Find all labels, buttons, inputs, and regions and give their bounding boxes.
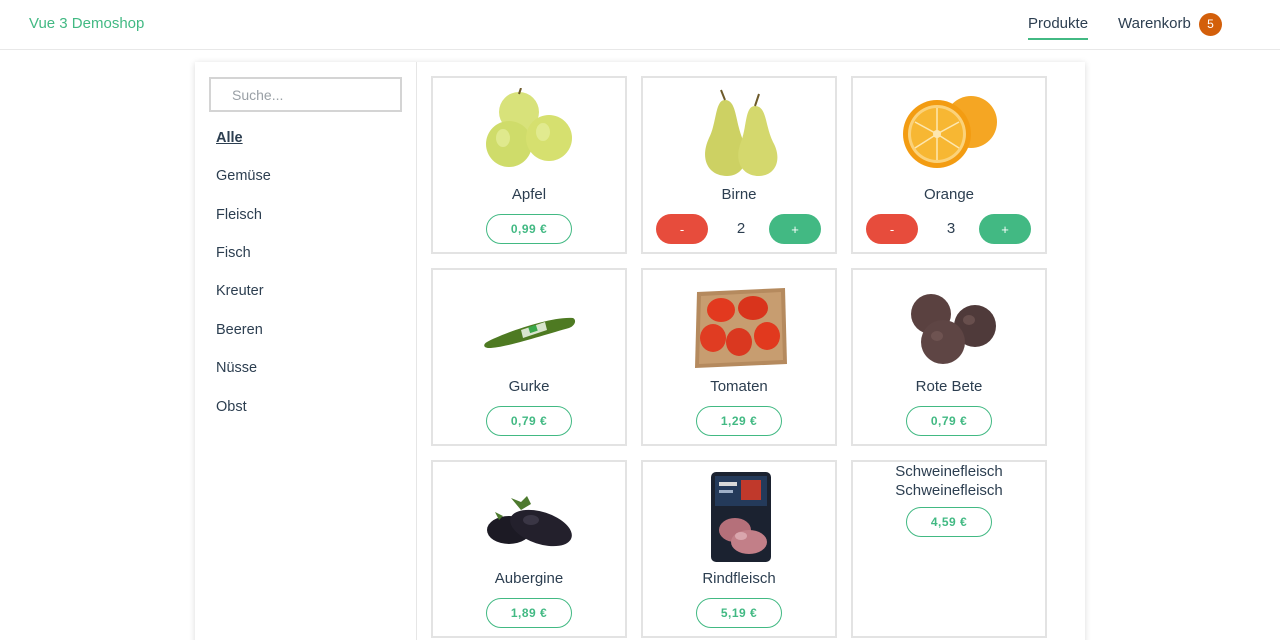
pear-image (705, 89, 778, 176)
product-card-tomaten: Tomaten 1,29 € (641, 268, 837, 446)
tomato-tray-image (695, 288, 787, 368)
product-card-birne: Birne - 2 + (641, 76, 837, 254)
decrease-quantity-button[interactable]: - (656, 214, 708, 244)
category-kreuter[interactable]: Kreuter (216, 283, 264, 299)
cucumber-image (484, 317, 576, 348)
product-card-orange: Orange - 3 + (851, 76, 1047, 254)
brand-link[interactable]: Vue 3 Demoshop (29, 15, 144, 32)
product-name: Apfel (511, 186, 547, 203)
add-to-cart-price-button[interactable]: 4,59 € (906, 507, 992, 537)
category-gemuese[interactable]: Gemüse (216, 168, 271, 184)
eggplant-image (487, 496, 572, 547)
product-name: Tomaten (710, 378, 768, 395)
add-to-cart-price-button[interactable]: 0,79 € (906, 406, 992, 436)
product-name: Orange (923, 186, 975, 203)
product-image-alt-text: Schweinefleisch (895, 463, 1003, 480)
add-to-cart-price-button[interactable]: 1,29 € (696, 406, 782, 436)
quantity-value: 2 (736, 220, 746, 237)
category-obst[interactable]: Obst (216, 399, 247, 415)
product-name: Gurke (508, 378, 550, 395)
category-alle[interactable]: Alle (216, 130, 243, 146)
shop-panel: Alle Gemüse Fleisch Fisch Kreuter Beeren… (195, 62, 1085, 640)
category-fleisch[interactable]: Fleisch (216, 207, 262, 223)
decrease-quantity-button[interactable]: - (866, 214, 918, 244)
product-name: Birne (721, 186, 757, 203)
quantity-value: 3 (946, 220, 956, 237)
category-sidebar: Alle Gemüse Fleisch Fisch Kreuter Beeren… (195, 62, 417, 640)
nav-produkte-link[interactable]: Produkte (1028, 15, 1089, 40)
beetroot-image (911, 294, 996, 364)
search-input[interactable] (209, 77, 402, 112)
add-to-cart-price-button[interactable]: 1,89 € (486, 598, 572, 628)
product-card-schweinefleisch: Schweinefleisch Schweinefleisch 4,59 € (851, 460, 1047, 638)
increase-quantity-button[interactable]: + (769, 214, 821, 244)
beef-package-image (711, 472, 771, 562)
product-card-rote-bete: Rote Bete 0,79 € (851, 268, 1047, 446)
product-card-apfel: Apfel 0,99 € (431, 76, 627, 254)
apple-image (486, 88, 572, 167)
product-name: Rote Bete (915, 378, 983, 395)
product-card-rindfleisch: Rindfleisch 5,19 € (641, 460, 837, 638)
add-to-cart-price-button[interactable]: 5,19 € (696, 598, 782, 628)
product-name: Schweinefleisch (895, 482, 1003, 499)
increase-quantity-button[interactable]: + (979, 214, 1031, 244)
cart-count-badge: 5 (1199, 13, 1222, 36)
add-to-cart-price-button[interactable]: 0,99 € (486, 214, 572, 244)
product-name: Aubergine (494, 570, 564, 587)
category-nuesse[interactable]: Nüsse (216, 360, 257, 376)
product-card-aubergine: Aubergine 1,89 € (431, 460, 627, 638)
top-navbar: Vue 3 Demoshop Produkte Warenkorb 5 (0, 0, 1280, 50)
category-fisch[interactable]: Fisch (216, 245, 251, 261)
product-card-gurke: Gurke 0,79 € (431, 268, 627, 446)
category-beeren[interactable]: Beeren (216, 322, 263, 338)
orange-image (903, 96, 997, 168)
nav-warenkorb-link[interactable]: Warenkorb (1118, 15, 1191, 32)
add-to-cart-price-button[interactable]: 0,79 € (486, 406, 572, 436)
product-name: Rindfleisch (702, 570, 776, 587)
